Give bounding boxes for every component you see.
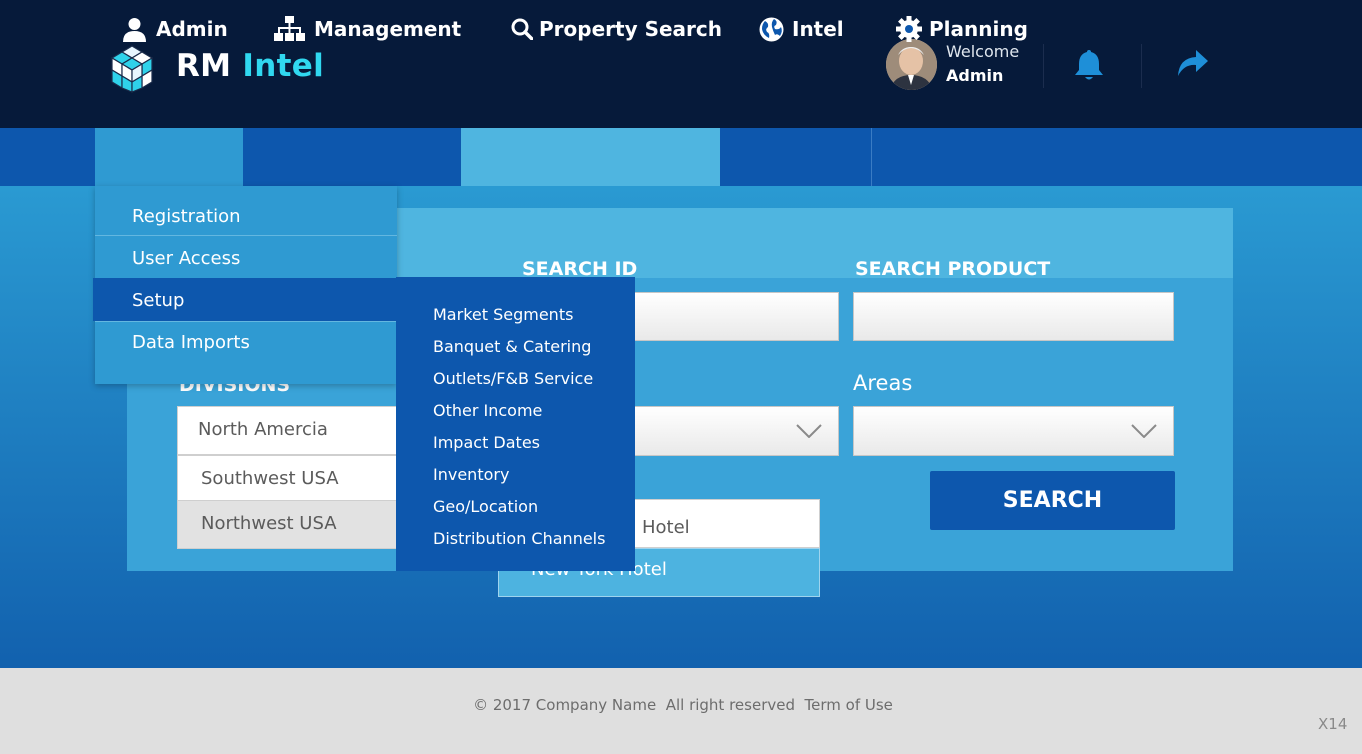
chevron-down-icon[interactable] [1131, 424, 1157, 438]
nav-planning[interactable]: Planning [896, 0, 1028, 58]
header-divider [1141, 44, 1142, 88]
header-divider [1043, 44, 1044, 88]
areas-select[interactable] [853, 406, 1174, 456]
search-product-input[interactable] [853, 292, 1174, 341]
division-select[interactable]: North Amercia [177, 406, 397, 455]
nav-planning-label: Planning [929, 17, 1028, 41]
nav-intel[interactable]: Intel [759, 0, 844, 58]
menu-item-user-access[interactable]: User Access [95, 238, 397, 280]
copyright-text: © 2017 Company Name All right reserved T… [473, 696, 893, 714]
nav-admin[interactable]: Admin [122, 0, 228, 58]
globe-icon [759, 17, 784, 41]
search-icon [511, 18, 533, 40]
search-product-label: SEARCH PRODUCT [855, 258, 1051, 280]
nav-property-search-active-bg [461, 128, 720, 186]
page-code: X14 [1318, 715, 1348, 733]
division-option[interactable]: Northwest USA [177, 500, 397, 549]
menu-item-registration[interactable]: Registration [95, 196, 397, 238]
bell-icon[interactable] [1073, 48, 1105, 82]
share-icon[interactable] [1174, 48, 1210, 80]
org-chart-icon [274, 16, 305, 41]
chevron-down-icon[interactable] [796, 424, 822, 438]
nav-property-search[interactable]: Property Search [511, 0, 722, 58]
submenu-item-other-income[interactable]: Other Income [433, 401, 542, 420]
submenu-item-market-segments[interactable]: Market Segments [433, 305, 573, 324]
submenu-item-impact-dates[interactable]: Impact Dates [433, 433, 540, 452]
username: Admin [946, 66, 1004, 85]
division-option[interactable]: Southwest USA [177, 455, 397, 501]
submenu-item-banquet-catering[interactable]: Banquet & Catering [433, 337, 591, 356]
areas-label: Areas [853, 371, 913, 395]
submenu-item-outlets-fb[interactable]: Outlets/F&B Service [433, 369, 593, 388]
nav-management[interactable]: Management [274, 0, 461, 58]
nav-management-label: Management [314, 17, 462, 41]
nav-divider [871, 128, 872, 186]
nav-admin-active-bg [95, 128, 243, 186]
menu-divider [95, 235, 397, 236]
submenu-item-geo-location[interactable]: Geo/Location [433, 497, 538, 516]
nav-admin-label: Admin [156, 17, 228, 41]
nav-property-search-label: Property Search [539, 17, 722, 41]
submenu-item-distribution-channels[interactable]: Distribution Channels [433, 529, 605, 548]
nav-intel-label: Intel [792, 17, 844, 41]
search-button[interactable]: SEARCH [930, 471, 1175, 530]
menu-item-setup[interactable]: Setup [95, 280, 397, 322]
gear-icon [896, 16, 922, 42]
user-icon [123, 17, 146, 42]
submenu-item-inventory[interactable]: Inventory [433, 465, 509, 484]
menu-item-data-imports[interactable]: Data Imports [95, 322, 397, 364]
